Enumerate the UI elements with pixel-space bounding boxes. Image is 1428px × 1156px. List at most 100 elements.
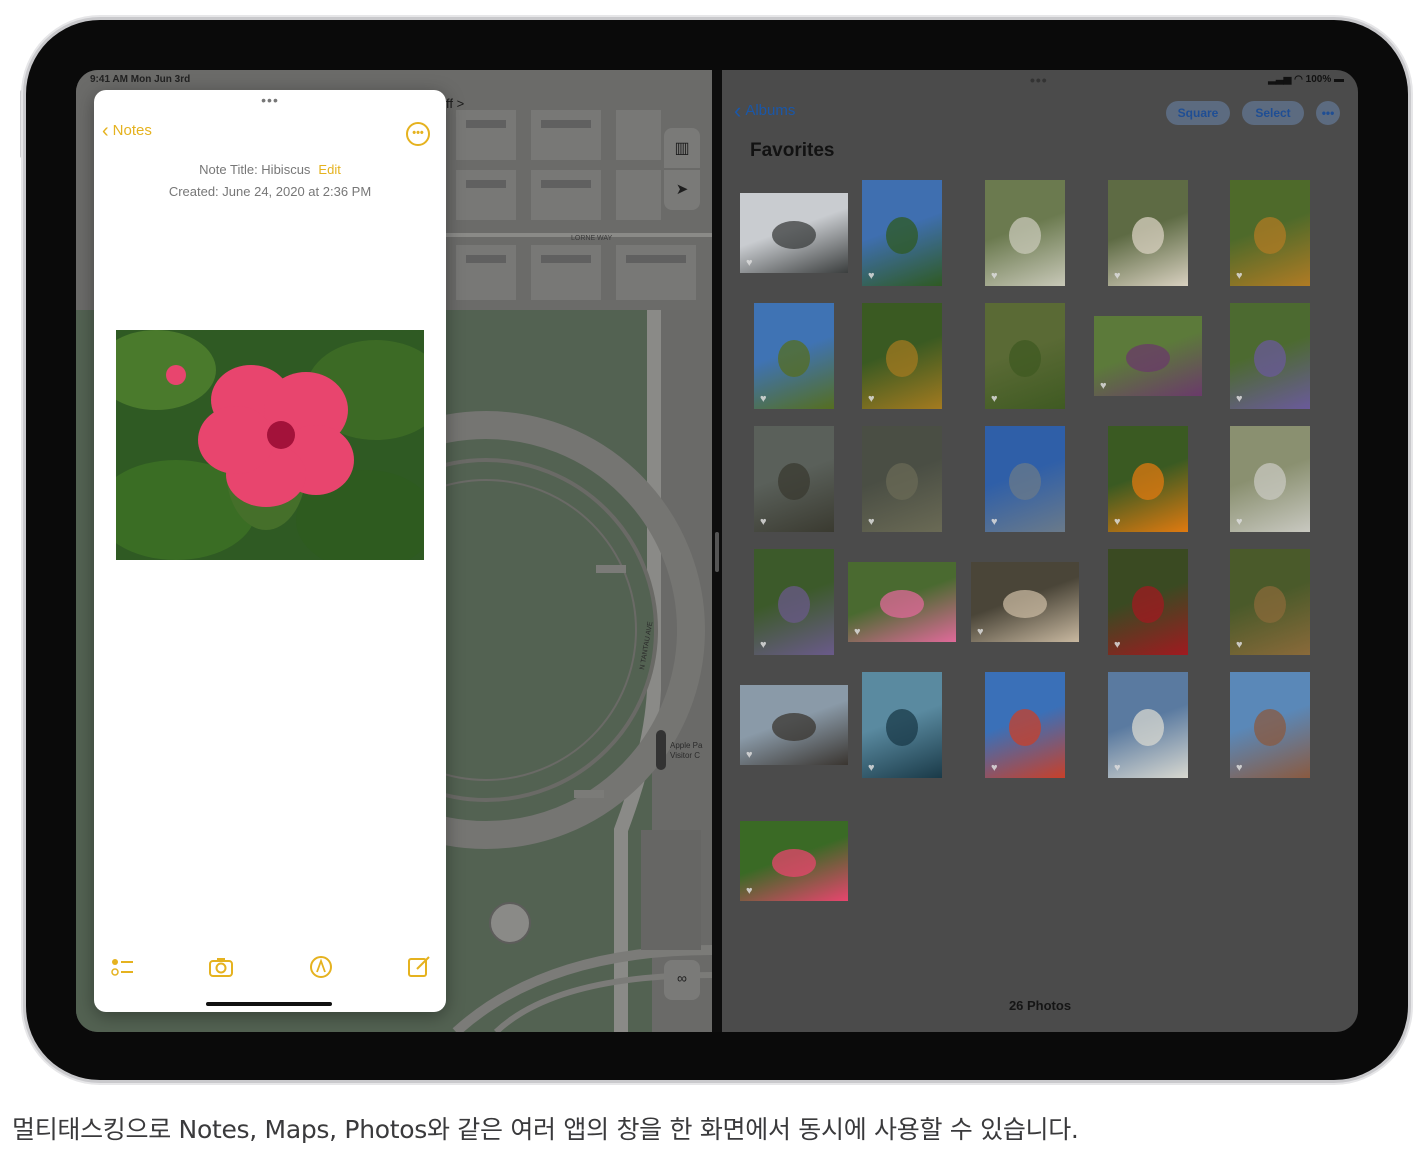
favorite-heart-icon: ♥ — [1114, 762, 1121, 774]
albums-back-label: Albums — [745, 102, 796, 119]
photo-thumbnail[interactable]: ♥ — [754, 303, 834, 409]
favorite-heart-icon: ♥ — [854, 626, 861, 638]
favorite-heart-icon: ♥ — [868, 270, 875, 282]
photo-thumbnail[interactable]: ♥ — [1108, 549, 1188, 655]
photos-app[interactable]: ••• ▂▃▅ ◠ 100% ▬ ‹ Albums Square Select … — [722, 70, 1358, 1032]
photo-thumbnail[interactable]: ♥ — [754, 549, 834, 655]
signal-icon: ▂▃▅ — [1268, 74, 1292, 85]
favorite-heart-icon: ♥ — [1236, 393, 1243, 405]
album-title: Favorites — [750, 140, 835, 161]
favorite-heart-icon: ♥ — [1100, 380, 1107, 392]
photo-subject — [778, 586, 810, 624]
maps-app[interactable]: LORNE WAY N TANTAU AVE Apple Pa Visitor … — [76, 70, 712, 1032]
photo-thumbnail[interactable]: ♥ — [971, 562, 1079, 642]
wifi-icon: ◠ — [1294, 74, 1303, 85]
photo-subject — [1003, 590, 1047, 618]
photo-thumbnail[interactable]: ♥ — [985, 180, 1065, 286]
photo-subject — [772, 713, 816, 741]
favorite-heart-icon: ♥ — [1114, 270, 1121, 282]
favorite-heart-icon: ♥ — [760, 639, 767, 651]
divider-handle[interactable] — [715, 532, 719, 572]
notes-slide-over[interactable]: ••• ‹ Notes ••• Note Title: Hibiscus Edit… — [94, 90, 446, 1012]
chevron-left-icon: ‹ — [734, 97, 742, 123]
photo-subject — [1132, 709, 1164, 747]
photo-subject — [1009, 709, 1041, 747]
location-arrow-icon[interactable]: ➤ — [672, 180, 692, 200]
albums-back-button[interactable]: ‹ Albums — [734, 97, 796, 123]
select-button[interactable]: Select — [1242, 101, 1304, 125]
street-label-lorne: LORNE WAY — [571, 235, 613, 242]
favorite-heart-icon: ♥ — [746, 885, 753, 897]
square-button[interactable]: Square — [1166, 101, 1230, 125]
favorite-heart-icon: ♥ — [1236, 270, 1243, 282]
slide-over-grabber[interactable]: ••• — [94, 92, 446, 108]
photo-thumbnail[interactable]: ♥ — [862, 672, 942, 778]
favorite-heart-icon: ♥ — [991, 270, 998, 282]
map-icon[interactable]: ▥ — [672, 138, 692, 158]
photo-thumbnail[interactable]: ♥ — [848, 562, 956, 642]
favorite-heart-icon: ♥ — [868, 393, 875, 405]
favorite-heart-icon: ♥ — [1114, 639, 1121, 651]
photo-thumbnail[interactable]: ♥ — [1230, 549, 1310, 655]
photo-subject — [886, 217, 918, 255]
photo-thumbnail[interactable]: ♥ — [985, 672, 1065, 778]
photo-thumbnail[interactable]: ♥ — [1230, 180, 1310, 286]
status-time: 9:41 AM Mon Jun 3rd — [90, 74, 191, 85]
photo-subject — [1254, 340, 1286, 378]
edit-title-button[interactable]: Edit — [318, 162, 340, 177]
favorite-heart-icon: ♥ — [991, 762, 998, 774]
photo-thumbnail[interactable]: ♥ — [1108, 426, 1188, 532]
favorite-heart-icon: ♥ — [746, 257, 753, 269]
more-icon[interactable]: ••• — [1316, 101, 1340, 125]
photo-thumbnail[interactable]: ♥ — [1230, 426, 1310, 532]
favorite-heart-icon: ♥ — [991, 516, 998, 528]
photo-subject — [1254, 217, 1286, 255]
favorite-heart-icon: ♥ — [991, 393, 998, 405]
multitasking-grabber[interactable]: ••• — [1030, 72, 1048, 88]
chevron-left-icon: ‹ — [102, 119, 109, 142]
photo-thumbnail[interactable]: ♥ — [1094, 316, 1202, 396]
photo-subject — [1126, 344, 1170, 372]
camera-icon[interactable] — [208, 954, 234, 980]
photo-subject — [1254, 463, 1286, 501]
favorite-heart-icon: ♥ — [1236, 762, 1243, 774]
photo-subject — [1254, 709, 1286, 747]
battery-icon: ▬ — [1334, 74, 1344, 85]
photo-thumbnail[interactable]: ♥ — [754, 426, 834, 532]
photo-thumbnail[interactable]: ♥ — [1108, 180, 1188, 286]
photo-thumbnail[interactable]: ♥ — [740, 685, 848, 765]
top-button — [20, 90, 24, 158]
photo-thumbnail[interactable]: ♥ — [740, 193, 848, 273]
favorite-heart-icon: ♥ — [868, 762, 875, 774]
photo-subject — [886, 340, 918, 378]
photo-subject — [1009, 340, 1041, 378]
checklist-icon[interactable] — [110, 954, 136, 980]
split-view-divider[interactable] — [712, 70, 722, 1032]
favorite-heart-icon: ♥ — [1236, 516, 1243, 528]
photo-thumbnail[interactable]: ♥ — [985, 303, 1065, 409]
photo-thumbnail[interactable]: ♥ — [1230, 303, 1310, 409]
favorite-heart-icon: ♥ — [760, 393, 767, 405]
photo-thumbnail[interactable]: ♥ — [1230, 672, 1310, 778]
photo-thumbnail[interactable]: ♥ — [862, 426, 942, 532]
status-battery: ▂▃▅ ◠ 100% ▬ — [1268, 74, 1344, 85]
notes-back-button[interactable]: ‹ Notes — [102, 119, 152, 142]
note-title-row: Note Title: Hibiscus Edit — [94, 162, 446, 177]
photo-thumbnail[interactable]: ♥ — [862, 180, 942, 286]
caption: 멀티태스킹으로 Notes, Maps, Photos와 같은 여러 앱의 창을… — [12, 1115, 1079, 1144]
photo-subject — [1132, 217, 1164, 255]
photo-subject — [772, 221, 816, 249]
binoculars-icon[interactable]: ∞ — [672, 970, 692, 990]
photo-thumbnail[interactable]: ♥ — [1108, 672, 1188, 778]
compose-icon[interactable] — [406, 954, 432, 980]
hibiscus-photo[interactable] — [116, 330, 424, 560]
photo-subject — [1009, 463, 1041, 501]
photo-thumbnail[interactable]: ♥ — [862, 303, 942, 409]
photo-thumbnail[interactable]: ♥ — [740, 821, 848, 901]
note-title: Note Title: Hibiscus — [199, 162, 311, 177]
poi-label-2: Visitor C — [670, 751, 700, 760]
markup-icon[interactable] — [308, 954, 334, 980]
more-options-icon[interactable]: ••• — [406, 122, 430, 146]
photo-thumbnail[interactable]: ♥ — [985, 426, 1065, 532]
ipad-screen: LORNE WAY N TANTAU AVE Apple Pa Visitor … — [76, 70, 1358, 1032]
